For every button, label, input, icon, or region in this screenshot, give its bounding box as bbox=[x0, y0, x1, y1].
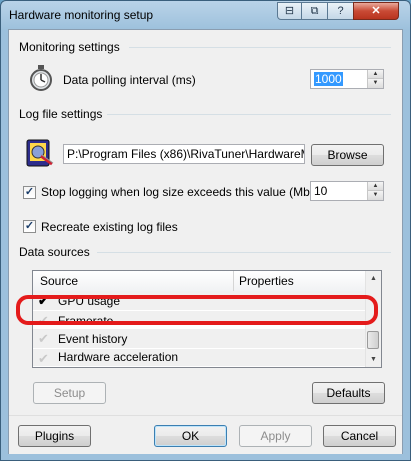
list-item[interactable]: ✔ Framerate bbox=[33, 311, 368, 325]
max-log-size-value[interactable]: 10 bbox=[314, 184, 327, 198]
hardware-monitoring-setup-window: Hardware monitoring setup ⊟ ⧉ ? ✕ Monito… bbox=[0, 0, 411, 461]
source-name: Event history bbox=[58, 332, 128, 346]
column-divider[interactable] bbox=[233, 271, 234, 291]
enabled-check-icon[interactable]: ✔ bbox=[38, 293, 49, 309]
log-file-settings-header: Log file settings bbox=[19, 107, 103, 121]
log-file-icon bbox=[26, 137, 54, 170]
stopwatch-icon bbox=[29, 65, 53, 94]
setup-button[interactable]: Setup bbox=[33, 382, 106, 404]
scroll-up-icon[interactable]: ▲ bbox=[366, 271, 381, 286]
recreate-log-files-checkbox[interactable]: ✓ bbox=[23, 220, 36, 233]
spin-up-icon[interactable]: ▲ bbox=[368, 70, 383, 79]
spin-up-icon[interactable]: ▲ bbox=[368, 182, 383, 191]
data-sources-list[interactable]: Source Properties ✔ GPU usage ✔ Framerat… bbox=[32, 270, 382, 368]
source-name: Hardware acceleration bbox=[58, 350, 179, 364]
dialog-client-area: Monitoring settings Data polling interva… bbox=[8, 29, 403, 454]
list-item[interactable]: ✔ GPU usage bbox=[33, 291, 368, 311]
monitoring-settings-header: Monitoring settings bbox=[19, 40, 120, 54]
spinner-arrows[interactable]: ▲ ▼ bbox=[367, 182, 383, 200]
stop-logging-checkbox[interactable]: ✓ bbox=[23, 186, 36, 199]
window-title: Hardware monitoring setup bbox=[9, 8, 154, 22]
polling-interval-value[interactable]: 1000 bbox=[314, 72, 343, 86]
log-file-path-value: P:\Program Files (x86)\RivaTuner\Hardwar… bbox=[67, 147, 305, 161]
close-icon: ✕ bbox=[371, 5, 381, 17]
source-name: GPU usage bbox=[58, 294, 121, 308]
plugins-button[interactable]: Plugins bbox=[18, 425, 91, 447]
restore-icon: ⧉ bbox=[310, 5, 319, 17]
spin-down-icon[interactable]: ▼ bbox=[368, 191, 383, 200]
minimize-icon: ⊟ bbox=[284, 5, 295, 17]
disabled-check-icon[interactable]: ✔ bbox=[38, 331, 49, 347]
ok-button[interactable]: OK bbox=[154, 425, 227, 447]
spin-down-icon[interactable]: ▼ bbox=[368, 79, 383, 88]
source-name: Framerate bbox=[58, 314, 114, 325]
help-button[interactable]: ? bbox=[327, 2, 354, 20]
disabled-check-icon[interactable]: ✔ bbox=[38, 351, 49, 366]
minimize-button[interactable]: ⊟ bbox=[277, 2, 302, 20]
scroll-down-icon[interactable]: ▼ bbox=[366, 352, 381, 367]
data-sources-header: Data sources bbox=[19, 245, 90, 259]
scrollbar-thumb[interactable] bbox=[367, 331, 379, 349]
list-scrollbar[interactable]: ▲ ▼ bbox=[365, 271, 381, 367]
section-divider bbox=[107, 114, 391, 115]
recreate-log-files-label: Recreate existing log files bbox=[41, 220, 178, 234]
defaults-button[interactable]: Defaults bbox=[312, 382, 385, 404]
browse-button[interactable]: Browse bbox=[311, 144, 384, 166]
spinner-arrows[interactable]: ▲ ▼ bbox=[367, 70, 383, 88]
max-log-size-spinner[interactable]: 10 ▲ ▼ bbox=[310, 181, 384, 201]
help-icon: ? bbox=[337, 5, 344, 17]
polling-interval-label: Data polling interval (ms) bbox=[63, 73, 196, 87]
apply-button[interactable]: Apply bbox=[239, 425, 312, 447]
section-divider bbox=[129, 47, 391, 48]
list-item[interactable]: ✔ Hardware acceleration bbox=[33, 349, 368, 367]
column-header-source[interactable]: Source bbox=[40, 274, 78, 288]
disabled-check-icon[interactable]: ✔ bbox=[38, 313, 49, 324]
section-divider bbox=[97, 252, 391, 253]
close-button[interactable]: ✕ bbox=[353, 2, 399, 20]
polling-interval-spinner[interactable]: 1000 ▲ ▼ bbox=[310, 69, 384, 89]
dialog-footer: Plugins OK Apply Cancel bbox=[9, 415, 402, 454]
cancel-button[interactable]: Cancel bbox=[323, 425, 396, 447]
list-header: Source Properties bbox=[33, 271, 368, 292]
stop-logging-label: Stop logging when log size exceeds this … bbox=[41, 185, 314, 199]
restore-button[interactable]: ⧉ bbox=[301, 2, 328, 20]
list-item[interactable]: ✔ Event history bbox=[33, 329, 368, 349]
title-bar: Hardware monitoring setup ⊟ ⧉ ? ✕ bbox=[1, 1, 410, 29]
column-header-properties[interactable]: Properties bbox=[239, 274, 294, 288]
log-file-path-field[interactable]: P:\Program Files (x86)\RivaTuner\Hardwar… bbox=[63, 144, 305, 164]
